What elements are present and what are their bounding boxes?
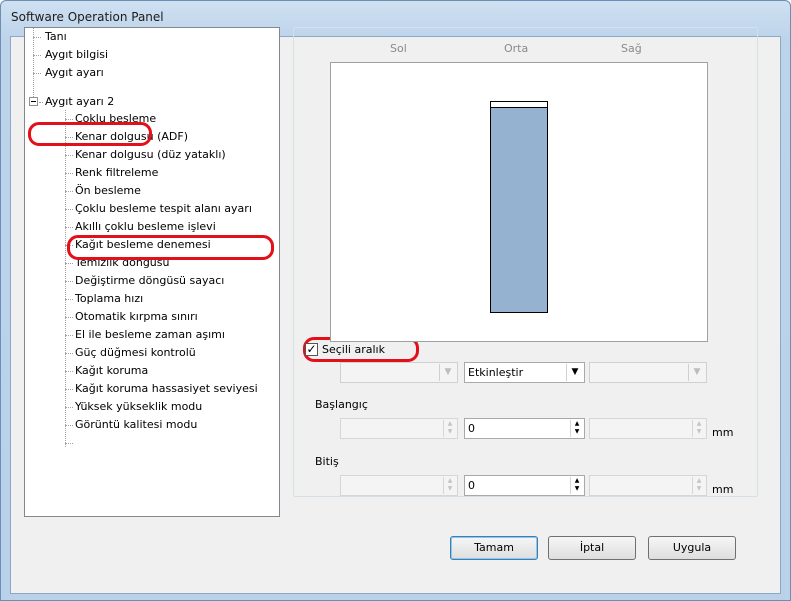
tree-item-manual-feed-timeout[interactable]: El ile besleme zaman aşımı <box>73 326 227 344</box>
tree-item-label: Kenar dolgusu (düz yataklı) <box>75 148 226 161</box>
column-header-center: Orta <box>504 42 529 55</box>
tree-item-auto-crop-limit[interactable]: Otomatik kırpma sınırı <box>73 308 200 326</box>
ok-button[interactable]: Tamam <box>450 536 538 560</box>
tree-item-device-setting-2[interactable]: Aygıt ayarı 2 <box>43 93 116 111</box>
tree-item-label: El ile besleme zaman aşımı <box>75 328 225 341</box>
start-unit: mm <box>712 426 734 439</box>
column-header-left: Sol <box>390 42 407 55</box>
tree-item-power-button-control[interactable]: Güç düğmesi kontrolü <box>73 344 198 362</box>
collapse-toggle-icon[interactable] <box>29 97 38 106</box>
tree-item-image-quality-mode[interactable]: Görüntü kalitesi modu <box>73 416 199 434</box>
tree-item-label: Tanı <box>45 30 67 43</box>
tree-item-diagnosis[interactable]: Tanı <box>43 28 69 46</box>
chevron-down-icon: ▼ <box>439 364 456 381</box>
start-middle-value: 0 <box>468 422 475 435</box>
end-label: Bitiş <box>315 455 339 468</box>
tree-item-replacement-counter[interactable]: Değiştirme döngüsü sayacı <box>73 272 226 290</box>
tree-item-label: Akıllı çoklu besleme işlevi <box>75 220 216 233</box>
tree-item-device-setting[interactable]: Aygıt ayarı <box>43 64 106 82</box>
highlight-ring <box>28 122 152 146</box>
tree-item-label: Görüntü kalitesi modu <box>75 418 198 431</box>
left-combo[interactable]: ▼ <box>340 362 458 383</box>
tree-item-label: Çoklu besleme tespit alanı ayarı <box>75 202 252 215</box>
apply-button[interactable]: Uygula <box>648 536 736 560</box>
tree-item-intelligent-multifeed[interactable]: Akıllı çoklu besleme işlevi <box>73 218 218 236</box>
end-right-spinner[interactable]: ▲ ▼ <box>589 475 707 496</box>
chevron-down-icon: ▼ <box>566 364 583 381</box>
tree-item-paper-protection[interactable]: Kağıt koruma <box>73 362 150 380</box>
tree-item-label: Kağıt koruma <box>75 364 149 377</box>
selected-range-row[interactable]: ✓ Seçili aralık <box>305 340 385 358</box>
end-left-spinner[interactable]: ▲ ▼ <box>340 475 458 496</box>
spinner-arrows-icon: ▲ ▼ <box>570 477 583 494</box>
enable-combo-value: Etkinleştir <box>468 366 524 379</box>
column-header-right: Sağ <box>621 42 642 55</box>
spinner-arrows-icon: ▲ ▼ <box>692 420 705 437</box>
tree-item-color-dropout[interactable]: Renk filtreleme <box>73 164 160 182</box>
end-middle-spinner[interactable]: 0 ▲ ▼ <box>464 475 585 496</box>
tree-item-label: Aygıt bilgisi <box>45 48 109 61</box>
chevron-down-icon: ▼ <box>688 364 705 381</box>
start-left-spinner[interactable]: ▲ ▼ <box>340 418 458 439</box>
start-right-spinner[interactable]: ▲ ▼ <box>589 418 707 439</box>
start-label: Başlangıç <box>315 398 368 411</box>
start-middle-spinner[interactable]: 0 ▲ ▼ <box>464 418 585 439</box>
end-unit: mm <box>712 483 734 496</box>
tree-item-label: Değiştirme döngüsü sayacı <box>75 274 225 287</box>
tree-item-label: Renk filtreleme <box>75 166 159 179</box>
tree-item-label: Kağıt koruma hassasiyet seviyesi <box>75 382 258 395</box>
tree-item-high-altitude-mode[interactable]: Yüksek yükseklik modu <box>73 398 204 416</box>
tree-item-label: Ön besleme <box>75 184 141 197</box>
tree-item-multifeed-area[interactable]: Çoklu besleme tespit alanı ayarı <box>73 200 254 218</box>
detection-area-bar <box>490 107 548 313</box>
enable-combo[interactable]: Etkinleştir ▼ <box>464 362 585 383</box>
cancel-button[interactable]: İptal <box>548 536 636 560</box>
tree-item-label: Güç düğmesi kontrolü <box>75 346 196 359</box>
end-middle-value: 0 <box>468 479 475 492</box>
spinner-arrows-icon: ▲ ▼ <box>692 477 705 494</box>
selected-range-label: Seçili aralık <box>322 342 385 356</box>
window-title: Software Operation Panel <box>11 10 164 24</box>
tree-item-device-info[interactable]: Aygıt bilgisi <box>43 46 110 64</box>
tree-item-prepick[interactable]: Ön besleme <box>73 182 143 200</box>
tree-item-label: Yüksek yükseklik modu <box>75 400 203 413</box>
right-combo[interactable]: ▼ <box>589 362 707 383</box>
tree-item-label: Aygıt ayarı <box>45 66 104 79</box>
tree-item-label: Otomatik kırpma sınırı <box>75 310 198 323</box>
tree-item-paper-protection-sensitivity[interactable]: Kağıt koruma hassasiyet seviyesi <box>73 380 260 398</box>
tree-item-label: Toplama hızı <box>75 292 144 305</box>
spinner-arrows-icon: ▲ ▼ <box>443 420 456 437</box>
highlight-ring <box>67 235 274 260</box>
selected-range-checkbox[interactable]: ✓ <box>305 342 318 356</box>
tree-item-stacking-speed[interactable]: Toplama hızı <box>73 290 145 308</box>
settings-tree[interactable]: Tanı Aygıt bilgisi Aygıt ayarı Aygıt aya… <box>24 27 280 517</box>
tree-item-page-edge-filler-flatbed[interactable]: Kenar dolgusu (düz yataklı) <box>73 146 228 164</box>
spinner-arrows-icon: ▲ ▼ <box>443 477 456 494</box>
tree-item-label: Aygıt ayarı 2 <box>45 95 115 108</box>
spinner-arrows-icon: ▲ ▼ <box>570 420 583 437</box>
